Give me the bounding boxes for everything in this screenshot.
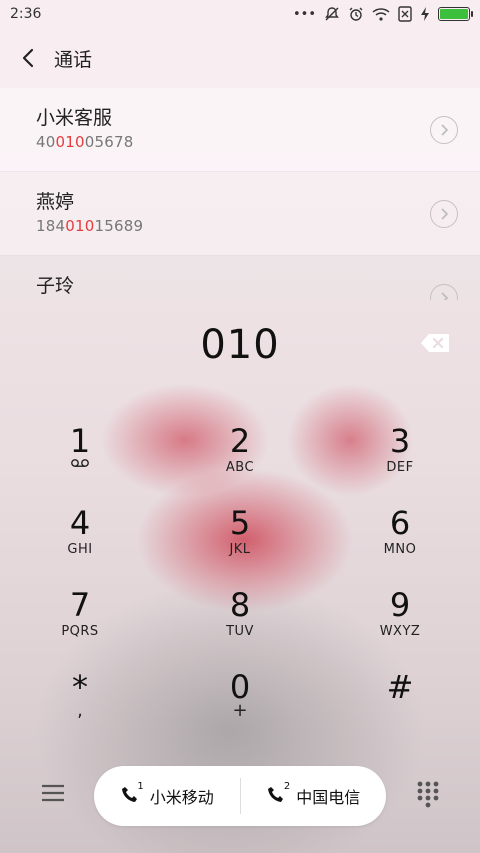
dialpad-icon[interactable]	[416, 780, 440, 808]
call-sim1-button[interactable]: 1 小米移动	[94, 766, 240, 826]
battery-icon	[438, 7, 473, 21]
charging-icon	[421, 7, 429, 21]
wifi-icon	[372, 8, 390, 21]
phone-sim1-icon: 1	[120, 781, 144, 807]
contact-row[interactable]: 燕婷 18401015689	[0, 172, 480, 256]
page-title: 通话	[54, 48, 93, 71]
alarm-icon	[349, 7, 363, 21]
key-9[interactable]: 9 WXYZ	[320, 574, 480, 656]
dialed-number: 010	[200, 322, 280, 368]
contact-number: 4001005678	[36, 133, 134, 151]
back-arrow-icon[interactable]	[18, 48, 38, 68]
battery-fill	[440, 9, 468, 19]
contact-row[interactable]: 子玲	[0, 256, 480, 300]
contact-name: 小米客服	[36, 107, 113, 129]
backspace-icon[interactable]	[420, 333, 450, 353]
more-notifications-icon: •••	[292, 6, 316, 22]
status-time: 2:36	[10, 6, 42, 22]
app-header: 通话	[0, 28, 480, 88]
sim2-label: 中国电信	[296, 788, 361, 807]
key-hash[interactable]: #	[320, 656, 480, 738]
key-6[interactable]: 6 MNO	[320, 492, 480, 574]
voicemail-icon	[71, 459, 89, 467]
sim1-label: 小米移动	[149, 788, 214, 807]
key-3[interactable]: 3 DEF	[320, 410, 480, 492]
contact-name: 燕婷	[36, 191, 75, 213]
status-bar: 2:36 •••	[0, 0, 480, 28]
call-sim2-button[interactable]: 2 中国电信	[241, 766, 387, 826]
key-5[interactable]: 5 JKL	[160, 492, 320, 574]
key-star[interactable]: * ,	[0, 656, 160, 738]
dialpad-keys: 1 2 ABC 3 DEF 4 GHI 5 JKL 6 MNO 7 PQRS 8…	[0, 410, 480, 750]
contact-detail-chevron-icon[interactable]	[430, 200, 458, 228]
mute-bell-icon	[325, 7, 339, 21]
contact-number: 18401015689	[36, 217, 144, 235]
contact-name: 子玲	[36, 275, 75, 297]
contact-detail-chevron-icon[interactable]	[430, 284, 458, 300]
dialer-display: 010	[0, 300, 480, 392]
menu-icon[interactable]	[40, 782, 66, 804]
no-sim-icon	[398, 6, 412, 22]
contact-results-list: 小米客服 4001005678 燕婷 18401015689 子玲	[0, 88, 480, 300]
key-7[interactable]: 7 PQRS	[0, 574, 160, 656]
key-1[interactable]: 1	[0, 410, 160, 492]
status-icons: •••	[292, 6, 473, 22]
key-8[interactable]: 8 TUV	[160, 574, 320, 656]
key-0[interactable]: 0 +	[160, 656, 320, 738]
phone-sim2-icon: 2	[266, 781, 290, 807]
sim-call-buttons: 1 小米移动 2 中国电信	[94, 766, 386, 826]
key-4[interactable]: 4 GHI	[0, 492, 160, 574]
contact-row[interactable]: 小米客服 4001005678	[0, 88, 480, 172]
contact-detail-chevron-icon[interactable]	[430, 116, 458, 144]
key-2[interactable]: 2 ABC	[160, 410, 320, 492]
dialer-bottom-bar: 1 小米移动 2 中国电信	[0, 760, 480, 832]
